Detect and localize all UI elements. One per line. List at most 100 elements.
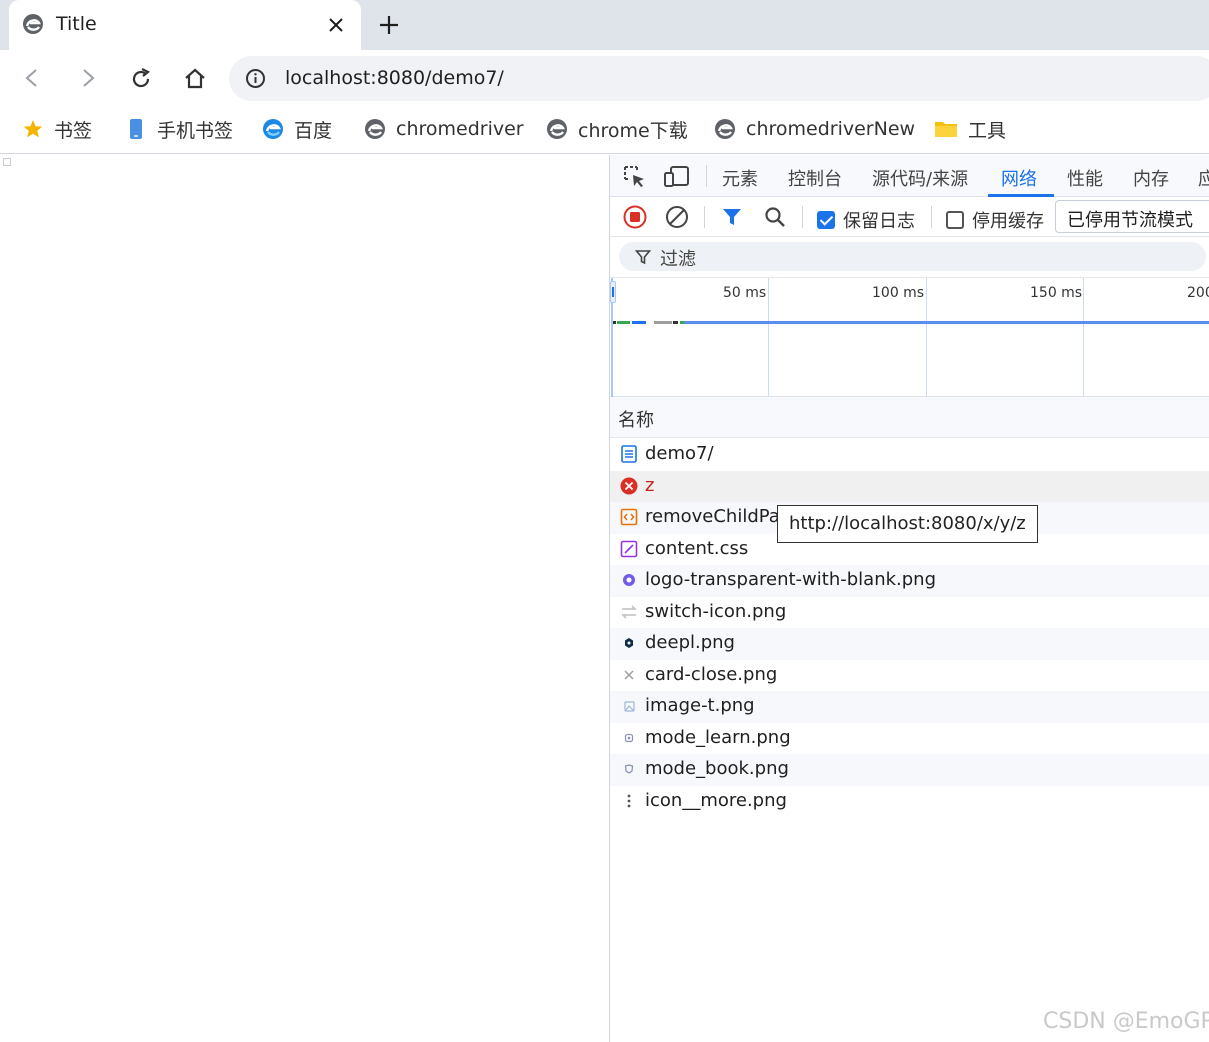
close-icon (624, 669, 634, 680)
table-row[interactable]: card-close.png (610, 660, 1209, 692)
filter-funnel-icon (635, 250, 651, 265)
bookmark-item[interactable]: 工具 (934, 116, 1006, 142)
tab-strip: Title (0, 0, 1209, 50)
request-name: removeChildPat (645, 506, 787, 527)
network-overview-timeline[interactable]: 50 ms 100 ms 150 ms 200 (610, 277, 1209, 398)
table-row[interactable]: image-t.png (610, 691, 1209, 723)
bookmark-label: chromedriver (396, 118, 524, 140)
bookmark-label: chromedriverNew (746, 118, 916, 140)
tab-network[interactable]: 网络 (1001, 165, 1037, 191)
request-name: mode_book.png (645, 758, 789, 779)
bookmark-label: 手机书签 (157, 119, 234, 142)
disable-cache-label: 停用缓存 (972, 211, 1044, 232)
filter-input[interactable]: 过滤 (619, 242, 1206, 271)
checkbox-unchecked-icon[interactable] (946, 211, 964, 229)
tick-label: 50 ms (723, 285, 767, 301)
reload-icon[interactable] (129, 67, 153, 95)
bookmark-item[interactable]: chrome下载 (546, 116, 688, 142)
browser-toolbar: localhost:8080/demo7/ (0, 50, 1209, 106)
request-name: mode_learn.png (645, 726, 791, 748)
request-name: content.css (645, 537, 749, 559)
table-row[interactable]: mode_book.png (610, 754, 1209, 786)
table-row[interactable]: icon__more.png (610, 786, 1209, 818)
tab-memory[interactable]: 内存 (1133, 165, 1169, 191)
table-row[interactable]: deepl.png (610, 628, 1209, 660)
tab-elements[interactable]: 元素 (722, 165, 758, 191)
learn-mode-icon (624, 733, 634, 742)
more-icon (627, 794, 631, 807)
tab-sources[interactable]: 源代码/来源 (872, 165, 968, 191)
page-favicon-icon (22, 13, 44, 39)
edge-logo-icon (263, 119, 283, 139)
back-icon[interactable] (22, 67, 44, 93)
tab-application[interactable]: 应 (1198, 165, 1209, 191)
request-name: icon__more.png (645, 789, 787, 811)
bookmark-label: chrome下载 (578, 119, 688, 142)
bookmark-item[interactable]: 书签 (22, 116, 92, 142)
table-row[interactable]: mode_learn.png (610, 723, 1209, 755)
script-icon (620, 508, 638, 526)
divider (704, 206, 705, 228)
home-icon[interactable] (183, 67, 207, 95)
address-bar[interactable]: localhost:8080/demo7/ (229, 56, 1209, 101)
folder-icon (935, 122, 957, 137)
tab-console[interactable]: 控制台 (788, 165, 842, 191)
request-name: demo7/ (645, 443, 714, 464)
close-tab-icon[interactable] (327, 14, 345, 40)
throttling-select[interactable]: 已停用节流模式 (1055, 200, 1209, 233)
request-name: deepl.png (645, 632, 735, 653)
tab-performance[interactable]: 性能 (1067, 165, 1103, 191)
device-toolbar-icon[interactable] (664, 165, 690, 193)
bookmark-label: 百度 (294, 119, 333, 142)
deepl-icon (625, 638, 633, 648)
stylesheet-icon (620, 540, 638, 557)
checkbox-checked-icon[interactable] (817, 211, 835, 229)
page-viewport (0, 155, 609, 1042)
image-logo-icon (623, 574, 635, 586)
disable-cache-checkbox[interactable]: 停用缓存 (946, 207, 1044, 233)
bookmark-item[interactable]: chromedriver (364, 116, 524, 142)
bookmark-item[interactable]: 手机书签 (125, 116, 233, 142)
tick-line (1083, 278, 1084, 398)
stop-recording-icon[interactable] (623, 205, 647, 233)
divider (802, 206, 803, 228)
search-icon[interactable] (763, 205, 787, 233)
bookmarks-bar: 书签 手机书签 百度 chromedriver chrome下载 chromed… (0, 106, 1209, 154)
devtools-panel: 元素 控制台 源代码/来源 网络 性能 内存 应 保留日志 停用缓存 (609, 155, 1209, 1042)
overview-drag-handle[interactable] (610, 281, 616, 303)
url-tooltip: http://localhost:8080/x/y/z (777, 505, 1038, 543)
browser-tab[interactable]: Title (9, 0, 361, 50)
filter-bar: 过滤 (610, 237, 1209, 277)
phone-icon (130, 119, 142, 139)
bookmark-label: 工具 (968, 119, 1007, 142)
preserve-log-checkbox[interactable]: 保留日志 (817, 207, 915, 233)
document-icon (621, 445, 637, 463)
request-name: z (645, 474, 655, 496)
table-row[interactable]: z (610, 470, 1209, 502)
star-icon (23, 120, 43, 138)
page-icon (547, 119, 567, 139)
table-row[interactable]: logo-transparent-with-blank.png (610, 565, 1209, 597)
filter-placeholder: 过滤 (660, 249, 696, 270)
tick-line (926, 278, 927, 398)
image-icon (624, 701, 635, 712)
request-name: image-t.png (645, 695, 755, 716)
site-info-icon[interactable] (245, 68, 266, 93)
new-tab-icon[interactable] (377, 13, 401, 41)
divider (931, 206, 932, 228)
inspect-element-icon[interactable] (623, 165, 647, 193)
filter-icon[interactable] (721, 206, 743, 232)
bookmark-label: 书签 (54, 119, 93, 142)
tick-label: 200 (1187, 285, 1209, 301)
table-row[interactable]: demo7/ (610, 439, 1209, 471)
forward-icon[interactable] (76, 67, 98, 93)
table-row[interactable]: switch-icon.png (610, 597, 1209, 629)
request-waterfall-bars (613, 321, 1209, 324)
clear-icon[interactable] (665, 205, 689, 233)
column-name-header[interactable]: 名称 (618, 406, 654, 432)
error-icon (620, 477, 638, 494)
bookmark-item[interactable]: 百度 (262, 116, 332, 142)
tick-label: 150 ms (1030, 285, 1083, 301)
bookmark-item[interactable]: chromedriverNew (714, 116, 915, 142)
switch-icon (621, 604, 637, 619)
